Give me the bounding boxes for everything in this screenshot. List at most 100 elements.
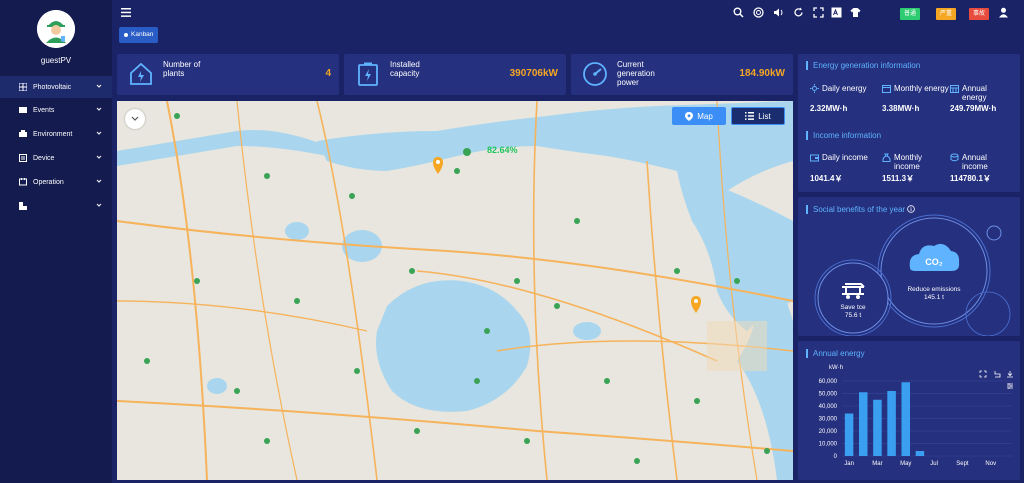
chevron-down-icon xyxy=(96,84,102,88)
avatar-worker-icon xyxy=(37,10,75,48)
device-icon xyxy=(19,154,27,162)
x-tick-label: Nov xyxy=(985,461,996,467)
metric-label: Daily income xyxy=(822,153,868,162)
username: guestPV xyxy=(40,56,72,65)
map-collapse-button[interactable] xyxy=(125,109,145,129)
stat-label: Installed capacity xyxy=(390,60,420,78)
metric-value: 2.32MW·h xyxy=(810,104,848,113)
chevron-down-icon xyxy=(131,116,139,121)
y-tick-label: 40,000 xyxy=(819,404,838,410)
volume-icon[interactable] xyxy=(773,7,784,18)
sun-icon xyxy=(810,84,819,93)
refresh-icon[interactable] xyxy=(793,7,804,18)
x-tick-label: Mar xyxy=(872,461,882,467)
metric-label: Monthly income xyxy=(894,153,923,171)
user-icon[interactable] xyxy=(998,7,1009,18)
events-icon xyxy=(19,106,27,114)
search-icon[interactable] xyxy=(733,7,744,18)
plant-marker-icon[interactable] xyxy=(433,157,443,174)
metric-label: Daily energy xyxy=(822,84,867,93)
metric-value: 3.38MW·h xyxy=(882,104,920,113)
alarm-normal-badge[interactable]: 普通 xyxy=(900,8,921,20)
map-view[interactable]: 82.64% xyxy=(117,101,793,480)
annual-energy-panel: Annual energy kW·h 60,000 50,000 40,000 30,… xyxy=(798,341,1020,480)
alarm-serious-badge[interactable]: 严重 xyxy=(936,8,957,20)
energy-income-panel: Energy generation information Daily ener… xyxy=(798,54,1020,192)
language-icon[interactable] xyxy=(831,7,842,18)
house-icon xyxy=(130,62,152,85)
tab-dot-icon xyxy=(124,33,128,37)
money-bag-icon xyxy=(882,153,891,162)
sidebar-item-label: Environment xyxy=(33,130,73,138)
plant-marker-icon[interactable] xyxy=(691,296,701,313)
annual-energy-chart: 60,000 50,000 40,000 30,000 20,000 10,000 0 Jan… xyxy=(819,379,1012,467)
chart-bar[interactable] xyxy=(901,382,911,456)
reduce-emissions-value: 145.1 t xyxy=(924,294,944,301)
grid-icon xyxy=(19,83,27,91)
y-tick-label: 20,000 xyxy=(819,429,838,435)
y-tick-label: 60,000 xyxy=(819,379,838,385)
metric-label: Annual income xyxy=(962,153,988,171)
chart-bar[interactable] xyxy=(915,451,925,456)
sidebar-item-label: Device xyxy=(33,154,55,162)
stat-card-power: Current generation power 184.90kW xyxy=(571,54,793,95)
sidebar-item-environment[interactable]: Environment xyxy=(0,123,112,145)
tab-kanban[interactable]: Kanban xyxy=(119,27,159,43)
coins-icon xyxy=(950,153,959,162)
tab-label: Kanban xyxy=(131,31,154,38)
metric-value: 249.79MW·h xyxy=(950,104,997,113)
sidebar-item-misc[interactable] xyxy=(0,195,112,217)
chevron-down-icon xyxy=(96,179,102,183)
y-tick-label: 0 xyxy=(834,454,838,460)
list-view-button[interactable]: List xyxy=(731,107,785,125)
environment-icon xyxy=(19,130,27,138)
save-tce-label: Save tce xyxy=(840,304,866,311)
map-canvas xyxy=(117,101,793,480)
chart-bar[interactable] xyxy=(887,391,896,456)
theme-shirt-icon[interactable] xyxy=(850,7,861,18)
sidebar-item-operation[interactable]: Operation xyxy=(0,171,112,193)
calendar-grid-icon xyxy=(950,85,959,93)
stat-card-capacity: Installed capacity 390706kW xyxy=(344,54,566,95)
map-view-button[interactable]: Map xyxy=(672,107,726,125)
stat-value: 4 xyxy=(325,68,331,79)
metric-value: 1511.3￥ xyxy=(882,174,915,183)
chevron-down-icon xyxy=(96,131,102,135)
fullscreen-icon[interactable] xyxy=(813,7,824,18)
avatar[interactable] xyxy=(37,10,75,48)
chart-bar[interactable] xyxy=(873,399,882,456)
chevron-down-icon xyxy=(96,155,102,159)
stat-card-plants: Number of plants 4 xyxy=(117,54,339,95)
metric-value: 114780.1￥ xyxy=(950,174,991,183)
y-tick-label: 50,000 xyxy=(819,392,838,398)
co2-label: CO₂ xyxy=(925,257,943,267)
plant-percent-label: 82.64% xyxy=(487,145,518,155)
y-tick-label: 30,000 xyxy=(819,417,838,423)
gauge-icon xyxy=(583,62,607,86)
chart-bar[interactable] xyxy=(844,413,854,457)
chart-bar[interactable] xyxy=(859,392,868,456)
metric-label: Annual energy xyxy=(962,84,987,102)
x-tick-label: Jan xyxy=(844,461,854,467)
help-icon[interactable] xyxy=(753,7,764,18)
sidebar-item-photovoltaic[interactable]: Photovoltaic xyxy=(0,76,112,98)
sidebar: guestPV Photovoltaic Events Environment … xyxy=(0,0,112,483)
metric-label: Monthly energy xyxy=(894,84,949,93)
alarm-accident-badge[interactable]: 事故 xyxy=(969,8,990,20)
monthly-income-metric: Monthly income 1511.3￥ xyxy=(882,153,952,184)
chevron-down-icon xyxy=(96,203,102,207)
sidebar-item-device[interactable]: Device xyxy=(0,147,112,169)
sidebar-item-label: Events xyxy=(33,106,55,114)
stat-value: 184.90kW xyxy=(739,68,785,79)
annual-energy-metric: Annual energy 249.79MW·h xyxy=(950,84,1016,113)
battery-icon xyxy=(358,62,378,86)
stat-label: Number of plants xyxy=(163,60,201,78)
sidebar-item-events[interactable]: Events xyxy=(0,99,112,121)
stat-label: Current generation power xyxy=(617,60,655,87)
monthly-energy-metric: Monthly energy 3.38MW·h xyxy=(882,84,952,113)
social-benefits-panel: Social benefits of the year CO₂ Reduce e… xyxy=(798,197,1020,336)
misc-icon xyxy=(19,202,27,210)
top-bar: 普通 严重 事故 xyxy=(112,0,1024,28)
stat-value: 390706kW xyxy=(509,68,558,79)
menu-icon[interactable] xyxy=(121,8,131,17)
